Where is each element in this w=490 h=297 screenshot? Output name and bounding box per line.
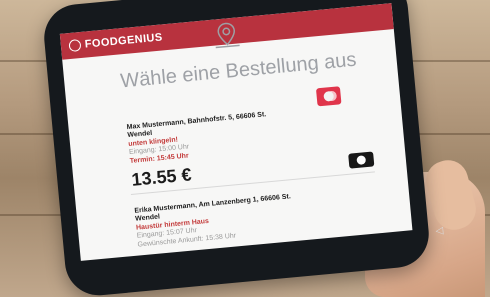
order-card[interactable]: Max Mustermann, Bahnhofstr. 5, 66606 St.… — [126, 101, 381, 191]
cash-icon — [348, 151, 375, 169]
delivery-location-icon — [215, 22, 240, 49]
tablet-screen: FOODGENIUS Wähle eine Bestellung aus Max… — [59, 3, 413, 261]
chef-hat-icon — [68, 39, 82, 53]
pay-without-order-button[interactable]: OHNE BESTELLUNG ZAHLEN — [286, 238, 413, 261]
brand-name: FOODGENIUS — [84, 31, 164, 51]
credit-card-icon — [315, 86, 342, 107]
tablet-photo: FOODGENIUS Wähle eine Bestellung aus Max… — [0, 0, 490, 297]
tablet-device: FOODGENIUS Wähle eine Bestellung aus Max… — [41, 0, 444, 297]
order-card[interactable]: Erika Mustermann, Am Lanzenberg 1, 66606… — [134, 185, 389, 261]
back-icon[interactable]: ◁ — [435, 225, 444, 237]
page-title: Wähle eine Bestellung aus — [119, 48, 358, 93]
